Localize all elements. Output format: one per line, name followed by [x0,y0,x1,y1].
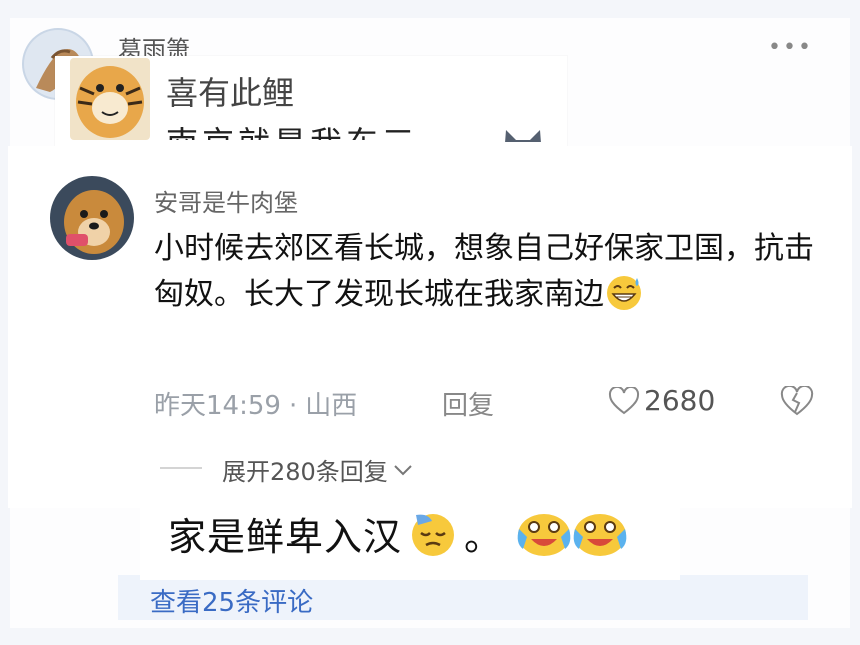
comment-time: 昨天14:59 [154,391,281,421]
caption-text-row: 家是鲜卑入汉 。 [168,506,627,561]
laugh-sweat-emoji-icon [604,272,644,312]
main-username[interactable]: 安哥是牛肉堡 [154,183,298,218]
reply-button[interactable]: 回复 [442,385,494,422]
heart-icon [608,386,640,414]
chevron-down-icon [394,464,412,475]
like-count: 2680 [644,384,716,417]
more-options-icon[interactable]: ••• [768,37,816,59]
main-comment-card [8,146,852,508]
cat-face-icon [500,126,546,142]
expand-replies-button[interactable]: 展开280条回复 [222,452,414,487]
broken-heart-icon[interactable] [780,384,814,416]
like-button[interactable]: 2680 [608,384,715,417]
sweat-face-emoji-icon [408,509,458,559]
overlay-truncated-text: 南京就是我东三 [166,118,418,140]
overlay-username[interactable]: 喜有此鲤 [166,68,294,114]
caption-text: 家是鲜卑入汉 [168,515,403,559]
expand-divider [160,467,202,469]
comment-meta: 昨天14:59 · 山西 [154,385,357,422]
overlay-user-avatar[interactable] [70,58,150,140]
main-comment-body: 小时候去郊区看长城，想象自己好保家卫国，抗击匈奴。长大了发现长城在我家南边 [154,226,834,318]
crying-laugh-emoji-icon [515,509,571,559]
comment-location: 山西 [305,391,358,421]
expand-replies-label: 展开280条回复 [222,458,388,486]
view-comments-link[interactable]: 查看25条评论 [150,582,313,619]
main-user-avatar[interactable] [50,176,134,260]
comment-text: 小时候去郊区看长城，想象自己好保家卫国，抗击匈奴。长大了发现长城在我家南边 [154,231,814,312]
crying-laugh-emoji-icon [571,509,627,559]
meta-separator: · [288,391,298,421]
caption-period: 。 [464,515,504,559]
